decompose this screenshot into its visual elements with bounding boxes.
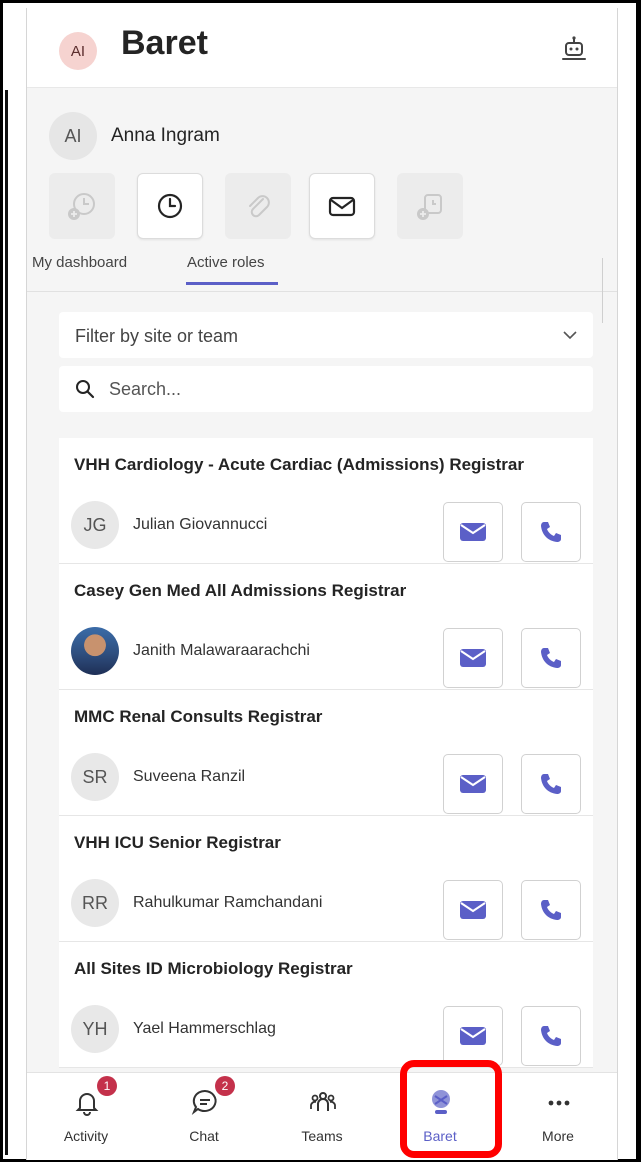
phone-icon bbox=[541, 900, 561, 920]
mail-icon bbox=[460, 775, 486, 793]
nav-chat[interactable]: 2 Chat bbox=[145, 1073, 263, 1160]
tile-clock-add-disabled bbox=[49, 173, 115, 239]
role-card: MMC Renal Consults Registrar SR Suveena … bbox=[59, 690, 593, 816]
header-avatar[interactable]: AI bbox=[59, 32, 97, 70]
clock-add-icon bbox=[68, 193, 95, 220]
clock-icon bbox=[157, 193, 183, 219]
bell-icon bbox=[75, 1093, 99, 1116]
phone-icon bbox=[541, 774, 561, 794]
tile-attach-disabled bbox=[225, 173, 291, 239]
chat-badge: 2 bbox=[215, 1076, 235, 1096]
person-name: Janith Malawaraarachchi bbox=[133, 642, 310, 659]
nav-label: Teams bbox=[301, 1128, 343, 1144]
mail-icon bbox=[460, 1027, 486, 1045]
person-photo-avatar bbox=[71, 627, 119, 675]
role-title: MMC Renal Consults Registrar bbox=[74, 707, 323, 726]
person-name: Julian Giovannucci bbox=[133, 516, 268, 533]
call-button[interactable] bbox=[521, 628, 581, 688]
tile-mail[interactable] bbox=[309, 173, 375, 239]
teams-icon bbox=[310, 1092, 336, 1111]
role-card: VHH ICU Senior Registrar RR Rahulkumar R… bbox=[59, 816, 593, 942]
role-title: VHH ICU Senior Registrar bbox=[74, 833, 281, 852]
tab-active-roles[interactable]: Active roles bbox=[187, 254, 265, 271]
nav-label: Chat bbox=[189, 1128, 219, 1144]
nav-more[interactable]: More bbox=[499, 1073, 617, 1160]
background-edge bbox=[5, 90, 8, 1155]
user-name: Anna Ingram bbox=[111, 125, 220, 146]
person-avatar: RR bbox=[71, 879, 119, 927]
person-name: Yael Hammerschlag bbox=[133, 1020, 276, 1037]
tabs-divider bbox=[27, 291, 617, 292]
person-avatar: YH bbox=[71, 1005, 119, 1053]
mail-icon bbox=[460, 649, 486, 667]
activity-badge: 1 bbox=[97, 1076, 117, 1096]
filter-dropdown[interactable]: Filter by site or team bbox=[59, 312, 593, 358]
person-name: Rahulkumar Ramchandani bbox=[133, 894, 323, 911]
tile-clock[interactable] bbox=[137, 173, 203, 239]
email-button[interactable] bbox=[443, 1006, 503, 1066]
app-window: AI Baret AI Anna Ingram My dashboard Act… bbox=[26, 8, 618, 1160]
tab-my-dashboard[interactable]: My dashboard bbox=[32, 254, 127, 271]
role-card: VHH Cardiology - Acute Cardiac (Admissio… bbox=[59, 438, 593, 564]
search-icon bbox=[76, 380, 95, 399]
app-title: Baret bbox=[121, 24, 208, 62]
person-name: Suveena Ranzil bbox=[133, 768, 246, 785]
phone-icon bbox=[541, 1026, 561, 1046]
nav-label: Activity bbox=[63, 1128, 109, 1144]
email-button[interactable] bbox=[443, 628, 503, 688]
baret-highlight-box bbox=[400, 1060, 502, 1158]
clock-add-icon bbox=[417, 194, 442, 220]
bottom-navigation: 1 Activity 2 Chat Teams Baret More bbox=[27, 1072, 617, 1160]
call-button[interactable] bbox=[521, 880, 581, 940]
role-card: Casey Gen Med All Admissions Registrar J… bbox=[59, 564, 593, 690]
role-title: Casey Gen Med All Admissions Registrar bbox=[74, 581, 407, 600]
person-avatar: SR bbox=[71, 753, 119, 801]
call-button[interactable] bbox=[521, 754, 581, 814]
role-title: All Sites ID Microbiology Registrar bbox=[74, 959, 353, 978]
phone-icon bbox=[541, 648, 561, 668]
nav-activity[interactable]: 1 Activity bbox=[27, 1073, 145, 1160]
email-button[interactable] bbox=[443, 754, 503, 814]
bot-icon[interactable] bbox=[559, 34, 589, 64]
call-button[interactable] bbox=[521, 502, 581, 562]
app-header: AI Baret bbox=[27, 8, 617, 88]
active-tab-indicator bbox=[186, 282, 278, 285]
email-button[interactable] bbox=[443, 502, 503, 562]
user-avatar: AI bbox=[49, 112, 97, 160]
paperclip-icon bbox=[249, 195, 270, 218]
mail-icon bbox=[328, 196, 356, 217]
more-icon bbox=[548, 1100, 570, 1106]
filter-placeholder: Filter by site or team bbox=[75, 326, 239, 346]
call-button[interactable] bbox=[521, 1006, 581, 1066]
nav-label: More bbox=[542, 1128, 574, 1144]
mail-icon bbox=[460, 523, 486, 541]
nav-teams[interactable]: Teams bbox=[263, 1073, 381, 1160]
panel-edge bbox=[602, 258, 603, 323]
roles-list: VHH Cardiology - Acute Cardiac (Admissio… bbox=[59, 438, 593, 1068]
chat-icon bbox=[191, 1089, 217, 1115]
person-avatar: JG bbox=[71, 501, 119, 549]
phone-icon bbox=[541, 522, 561, 542]
role-title: VHH Cardiology - Acute Cardiac (Admissio… bbox=[74, 455, 524, 474]
role-card: All Sites ID Microbiology Registrar YH Y… bbox=[59, 942, 593, 1068]
search-input[interactable]: Search... bbox=[59, 366, 593, 412]
mail-icon bbox=[460, 901, 486, 919]
tile-clock-add-disabled-2 bbox=[397, 173, 463, 239]
search-placeholder: Search... bbox=[109, 379, 182, 399]
chevron-down-icon bbox=[563, 331, 577, 340]
email-button[interactable] bbox=[443, 880, 503, 940]
